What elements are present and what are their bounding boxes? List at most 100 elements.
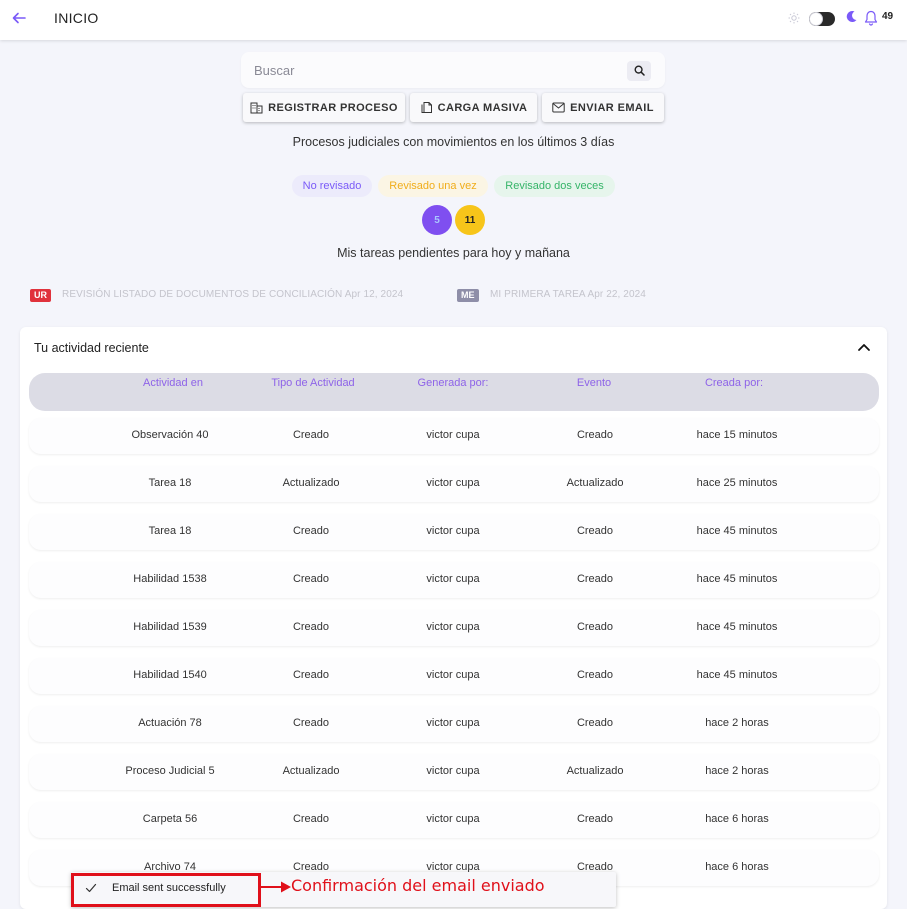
task-tag-ur: UR	[30, 289, 51, 302]
cell-created: hace 15 minutos	[696, 429, 778, 441]
cell-type: Actualizado	[282, 765, 340, 777]
files-icon	[421, 102, 432, 113]
building-icon	[250, 102, 263, 114]
cell-type: Creado	[292, 525, 330, 537]
counter-revisado-una-vez[interactable]: 11	[455, 205, 485, 235]
cell-activity: Observación 40	[131, 429, 209, 441]
moon-icon	[846, 10, 858, 24]
table-row[interactable]: Habilidad 1540 Creado victor cupa Creado…	[29, 658, 879, 694]
cell-event: Actualizado	[566, 477, 624, 489]
cell-activity: Tarea 18	[148, 477, 192, 489]
cell-generated-by: victor cupa	[426, 813, 480, 825]
task-item[interactable]: REVISIÓN LISTADO DE DOCUMENTOS DE CONCIL…	[62, 289, 403, 300]
column-header: Tipo de Actividad	[271, 377, 355, 389]
send-email-button[interactable]: ENVIAR EMAIL	[542, 93, 664, 122]
column-header: Actividad en	[143, 377, 203, 389]
page-title: INICIO	[54, 10, 99, 26]
cell-type: Actualizado	[282, 477, 340, 489]
badge-revisado-una-vez[interactable]: Revisado una vez	[378, 175, 488, 197]
cell-generated-by: victor cupa	[426, 669, 480, 681]
cell-generated-by: victor cupa	[426, 765, 480, 777]
cell-type: Creado	[292, 429, 330, 441]
processes-subtitle: Procesos judiciales con movimientos en l…	[292, 135, 615, 149]
cell-type: Creado	[292, 621, 330, 633]
cell-type: Creado	[292, 717, 330, 729]
cell-activity: Habilidad 1539	[133, 621, 207, 633]
cell-created: hace 45 minutos	[696, 621, 778, 633]
task-item[interactable]: MI PRIMERA TAREA Apr 22, 2024	[490, 289, 646, 300]
table-row[interactable]: Carpeta 56 Creado victor cupa Creado hac…	[29, 802, 879, 838]
column-header: Generada por:	[417, 377, 489, 389]
table-row[interactable]: Habilidad 1538 Creado victor cupa Creado…	[29, 562, 879, 598]
cell-type: Creado	[292, 669, 330, 681]
cell-created: hace 45 minutos	[696, 573, 778, 585]
table-header: Actividad en Tipo de Actividad Generada …	[29, 373, 879, 411]
notification-count: 49	[882, 11, 894, 22]
top-bar: INICIO 49	[0, 0, 907, 40]
cell-activity: Tarea 18	[148, 525, 192, 537]
badge-no-revisado[interactable]: No revisado	[292, 175, 372, 197]
send-email-label: ENVIAR EMAIL	[570, 101, 654, 114]
bell-icon[interactable]	[864, 10, 878, 26]
cell-type: Creado	[292, 813, 330, 825]
cell-generated-by: victor cupa	[426, 477, 480, 489]
table-row[interactable]: Tarea 18 Creado victor cupa Creado hace …	[29, 514, 879, 550]
table-row[interactable]: Proceso Judicial 5 Actualizado victor cu…	[29, 754, 879, 790]
search-button[interactable]	[627, 61, 651, 81]
register-process-button[interactable]: REGISTRAR PROCESO	[243, 93, 405, 122]
counter-no-revisado[interactable]: 5	[422, 205, 452, 235]
cell-activity: Habilidad 1538	[133, 573, 207, 585]
cell-generated-by: victor cupa	[426, 717, 480, 729]
mail-icon	[552, 102, 565, 113]
recent-activity-card: Tu actividad reciente Actividad en Tipo …	[20, 327, 887, 909]
cell-activity: Habilidad 1540	[133, 669, 207, 681]
cell-generated-by: victor cupa	[426, 573, 480, 585]
search-input[interactable]	[241, 52, 621, 88]
cell-activity: Carpeta 56	[142, 813, 198, 825]
chevron-up-icon[interactable]	[856, 339, 872, 355]
bulk-upload-label: CARGA MASIVA	[437, 101, 528, 114]
cell-generated-by: victor cupa	[426, 525, 480, 537]
cell-event: Creado	[576, 669, 614, 681]
cell-created: hace 6 horas	[705, 861, 769, 873]
theme-toggle[interactable]	[809, 12, 835, 26]
toggle-knob	[809, 12, 823, 26]
cell-created: hace 45 minutos	[696, 525, 778, 537]
cell-created: hace 2 horas	[705, 765, 769, 777]
table-row[interactable]: Tarea 18 Actualizado victor cupa Actuali…	[29, 466, 879, 502]
cell-created: hace 25 minutos	[696, 477, 778, 489]
badge-revisado-dos-veces[interactable]: Revisado dos veces	[494, 175, 615, 197]
cell-event: Creado	[576, 621, 614, 633]
search-icon	[633, 65, 645, 76]
cell-activity: Actuación 78	[138, 717, 202, 729]
cell-event: Actualizado	[566, 765, 624, 777]
task-tag-me: ME	[457, 289, 479, 302]
cell-event: Creado	[576, 573, 614, 585]
sun-icon	[788, 12, 800, 24]
cell-created: hace 2 horas	[705, 717, 769, 729]
table-row[interactable]: Actuación 78 Creado victor cupa Creado h…	[29, 706, 879, 742]
tasks-subtitle: Mis tareas pendientes para hoy y mañana	[337, 246, 570, 260]
cell-generated-by: victor cupa	[426, 621, 480, 633]
cell-event: Creado	[576, 813, 614, 825]
column-header: Creada por:	[704, 377, 764, 389]
cell-event: Creado	[576, 717, 614, 729]
table-row[interactable]: Habilidad 1539 Creado victor cupa Creado…	[29, 610, 879, 646]
cell-event: Creado	[576, 525, 614, 537]
cell-created: hace 6 horas	[705, 813, 769, 825]
recent-activity-title: Tu actividad reciente	[34, 341, 149, 355]
annotation-arrow-icon	[259, 880, 292, 894]
cell-activity: Proceso Judicial 5	[125, 765, 215, 777]
cell-generated-by: victor cupa	[426, 429, 480, 441]
table-row[interactable]: Observación 40 Creado victor cupa Creado…	[29, 418, 879, 454]
search-bar	[241, 52, 665, 88]
register-process-label: REGISTRAR PROCESO	[268, 101, 398, 114]
annotation-label: Confirmación del email enviado	[291, 876, 545, 895]
annotation-highlight-box	[71, 873, 261, 907]
arrow-left-icon[interactable]	[10, 9, 28, 27]
cell-event: Creado	[576, 429, 614, 441]
cell-created: hace 45 minutos	[696, 669, 778, 681]
cell-type: Creado	[292, 573, 330, 585]
column-header: Evento	[576, 377, 612, 389]
bulk-upload-button[interactable]: CARGA MASIVA	[410, 93, 537, 122]
